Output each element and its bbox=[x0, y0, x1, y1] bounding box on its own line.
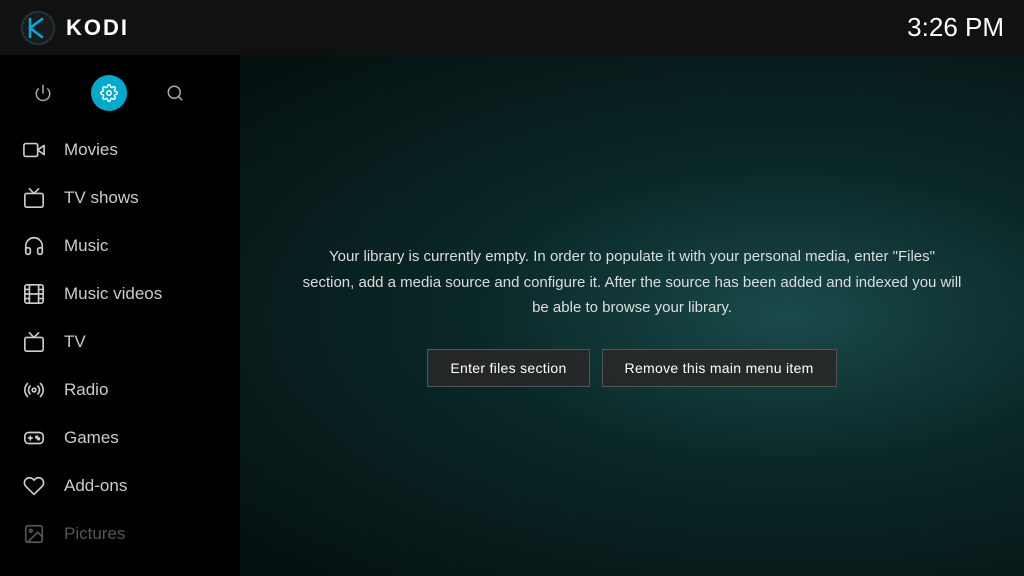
clock: 3:26 PM bbox=[907, 12, 1004, 43]
library-empty-message: Your library is currently empty. In orde… bbox=[302, 244, 962, 321]
search-button[interactable] bbox=[157, 75, 193, 111]
radio-label: Radio bbox=[64, 380, 108, 400]
music-videos-label: Music videos bbox=[64, 284, 162, 304]
enter-files-button[interactable]: Enter files section bbox=[427, 349, 589, 387]
sidebar-item-music[interactable]: Music bbox=[0, 222, 240, 270]
radio-icon bbox=[22, 378, 46, 402]
app-title: KODI bbox=[66, 15, 129, 41]
sidebar-icon-row bbox=[0, 65, 240, 126]
sidebar-item-games[interactable]: Games bbox=[0, 414, 240, 462]
sidebar-item-tv[interactable]: TV bbox=[0, 318, 240, 366]
sidebar-item-music-videos[interactable]: Music videos bbox=[0, 270, 240, 318]
pictures-label: Pictures bbox=[64, 524, 125, 544]
pictures-icon bbox=[22, 522, 46, 546]
games-icon bbox=[22, 426, 46, 450]
sidebar-item-pictures[interactable]: Pictures bbox=[0, 510, 240, 558]
main-content: Your library is currently empty. In orde… bbox=[240, 55, 1024, 576]
power-button[interactable] bbox=[25, 75, 61, 111]
settings-button[interactable] bbox=[91, 75, 127, 111]
remove-menu-item-button[interactable]: Remove this main menu item bbox=[602, 349, 837, 387]
tv-icon bbox=[22, 330, 46, 354]
tv-shows-label: TV shows bbox=[64, 188, 139, 208]
movies-label: Movies bbox=[64, 140, 118, 160]
header: KODI 3:26 PM bbox=[0, 0, 1024, 55]
movies-icon bbox=[22, 138, 46, 162]
sidebar-menu: Movies TV shows Music bbox=[0, 126, 240, 576]
sidebar-item-add-ons[interactable]: Add-ons bbox=[0, 462, 240, 510]
add-ons-icon bbox=[22, 474, 46, 498]
kodi-logo-icon bbox=[20, 10, 56, 46]
sidebar-item-movies[interactable]: Movies bbox=[0, 126, 240, 174]
header-left: KODI bbox=[20, 10, 129, 46]
sidebar-item-tv-shows[interactable]: TV shows bbox=[0, 174, 240, 222]
music-label: Music bbox=[64, 236, 108, 256]
sidebar: Movies TV shows Music bbox=[0, 55, 240, 576]
games-label: Games bbox=[64, 428, 119, 448]
music-videos-icon bbox=[22, 282, 46, 306]
library-empty-message-box: Your library is currently empty. In orde… bbox=[282, 224, 982, 407]
music-icon bbox=[22, 234, 46, 258]
sidebar-item-radio[interactable]: Radio bbox=[0, 366, 240, 414]
message-buttons: Enter files section Remove this main men… bbox=[302, 349, 962, 387]
add-ons-label: Add-ons bbox=[64, 476, 127, 496]
tv-label: TV bbox=[64, 332, 86, 352]
tv-shows-icon bbox=[22, 186, 46, 210]
